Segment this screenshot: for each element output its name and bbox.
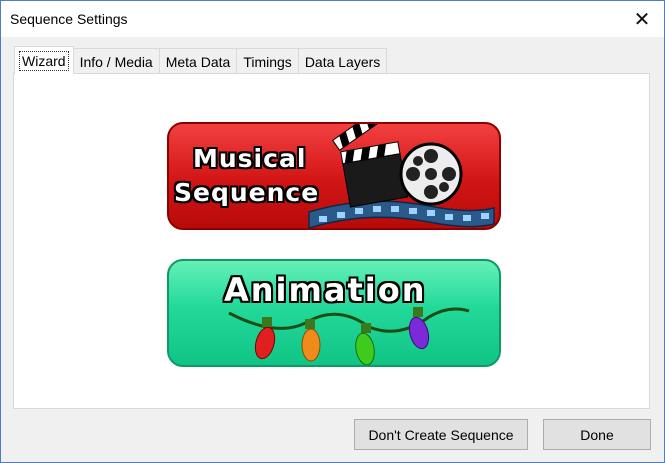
musical-label-line1: Musical [193,144,307,173]
tab-info-media[interactable]: Info / Media [72,48,160,74]
tab-label: Wizard [19,50,69,71]
tab-strip: Wizard Info / Media Meta Data Timings Da… [14,46,388,74]
close-icon[interactable]: ✕ [626,5,658,33]
tab-label: Data Layers [304,53,381,70]
tab-label: Timings [243,53,292,70]
tab-wizard[interactable]: Wizard [14,46,74,74]
dont-create-sequence-button[interactable]: Don't Create Sequence [354,419,528,450]
done-button[interactable]: Done [543,419,651,450]
film-strip-icon [308,200,495,228]
animation-label: Animation [224,271,427,309]
musical-banner-art [308,124,495,228]
musical-label-line2: Sequence [174,178,320,207]
tab-timings[interactable]: Timings [236,48,299,74]
sequence-settings-dialog: Sequence Settings ✕ Wizard Info / Media … [0,0,665,463]
animation-button[interactable]: Animation [167,259,501,367]
tab-data-layers[interactable]: Data Layers [297,48,388,74]
tab-label: Info / Media [79,53,153,70]
wizard-panel: Musical Sequence Animation [13,73,650,409]
tab-meta-data[interactable]: Meta Data [158,48,238,74]
window-title: Sequence Settings [10,11,128,27]
title-bar: Sequence Settings ✕ [1,1,664,37]
clapperboard-icon [332,124,409,208]
film-reel-icon [399,142,463,206]
musical-sequence-button[interactable]: Musical Sequence [167,122,501,230]
tab-label: Meta Data [165,53,231,70]
